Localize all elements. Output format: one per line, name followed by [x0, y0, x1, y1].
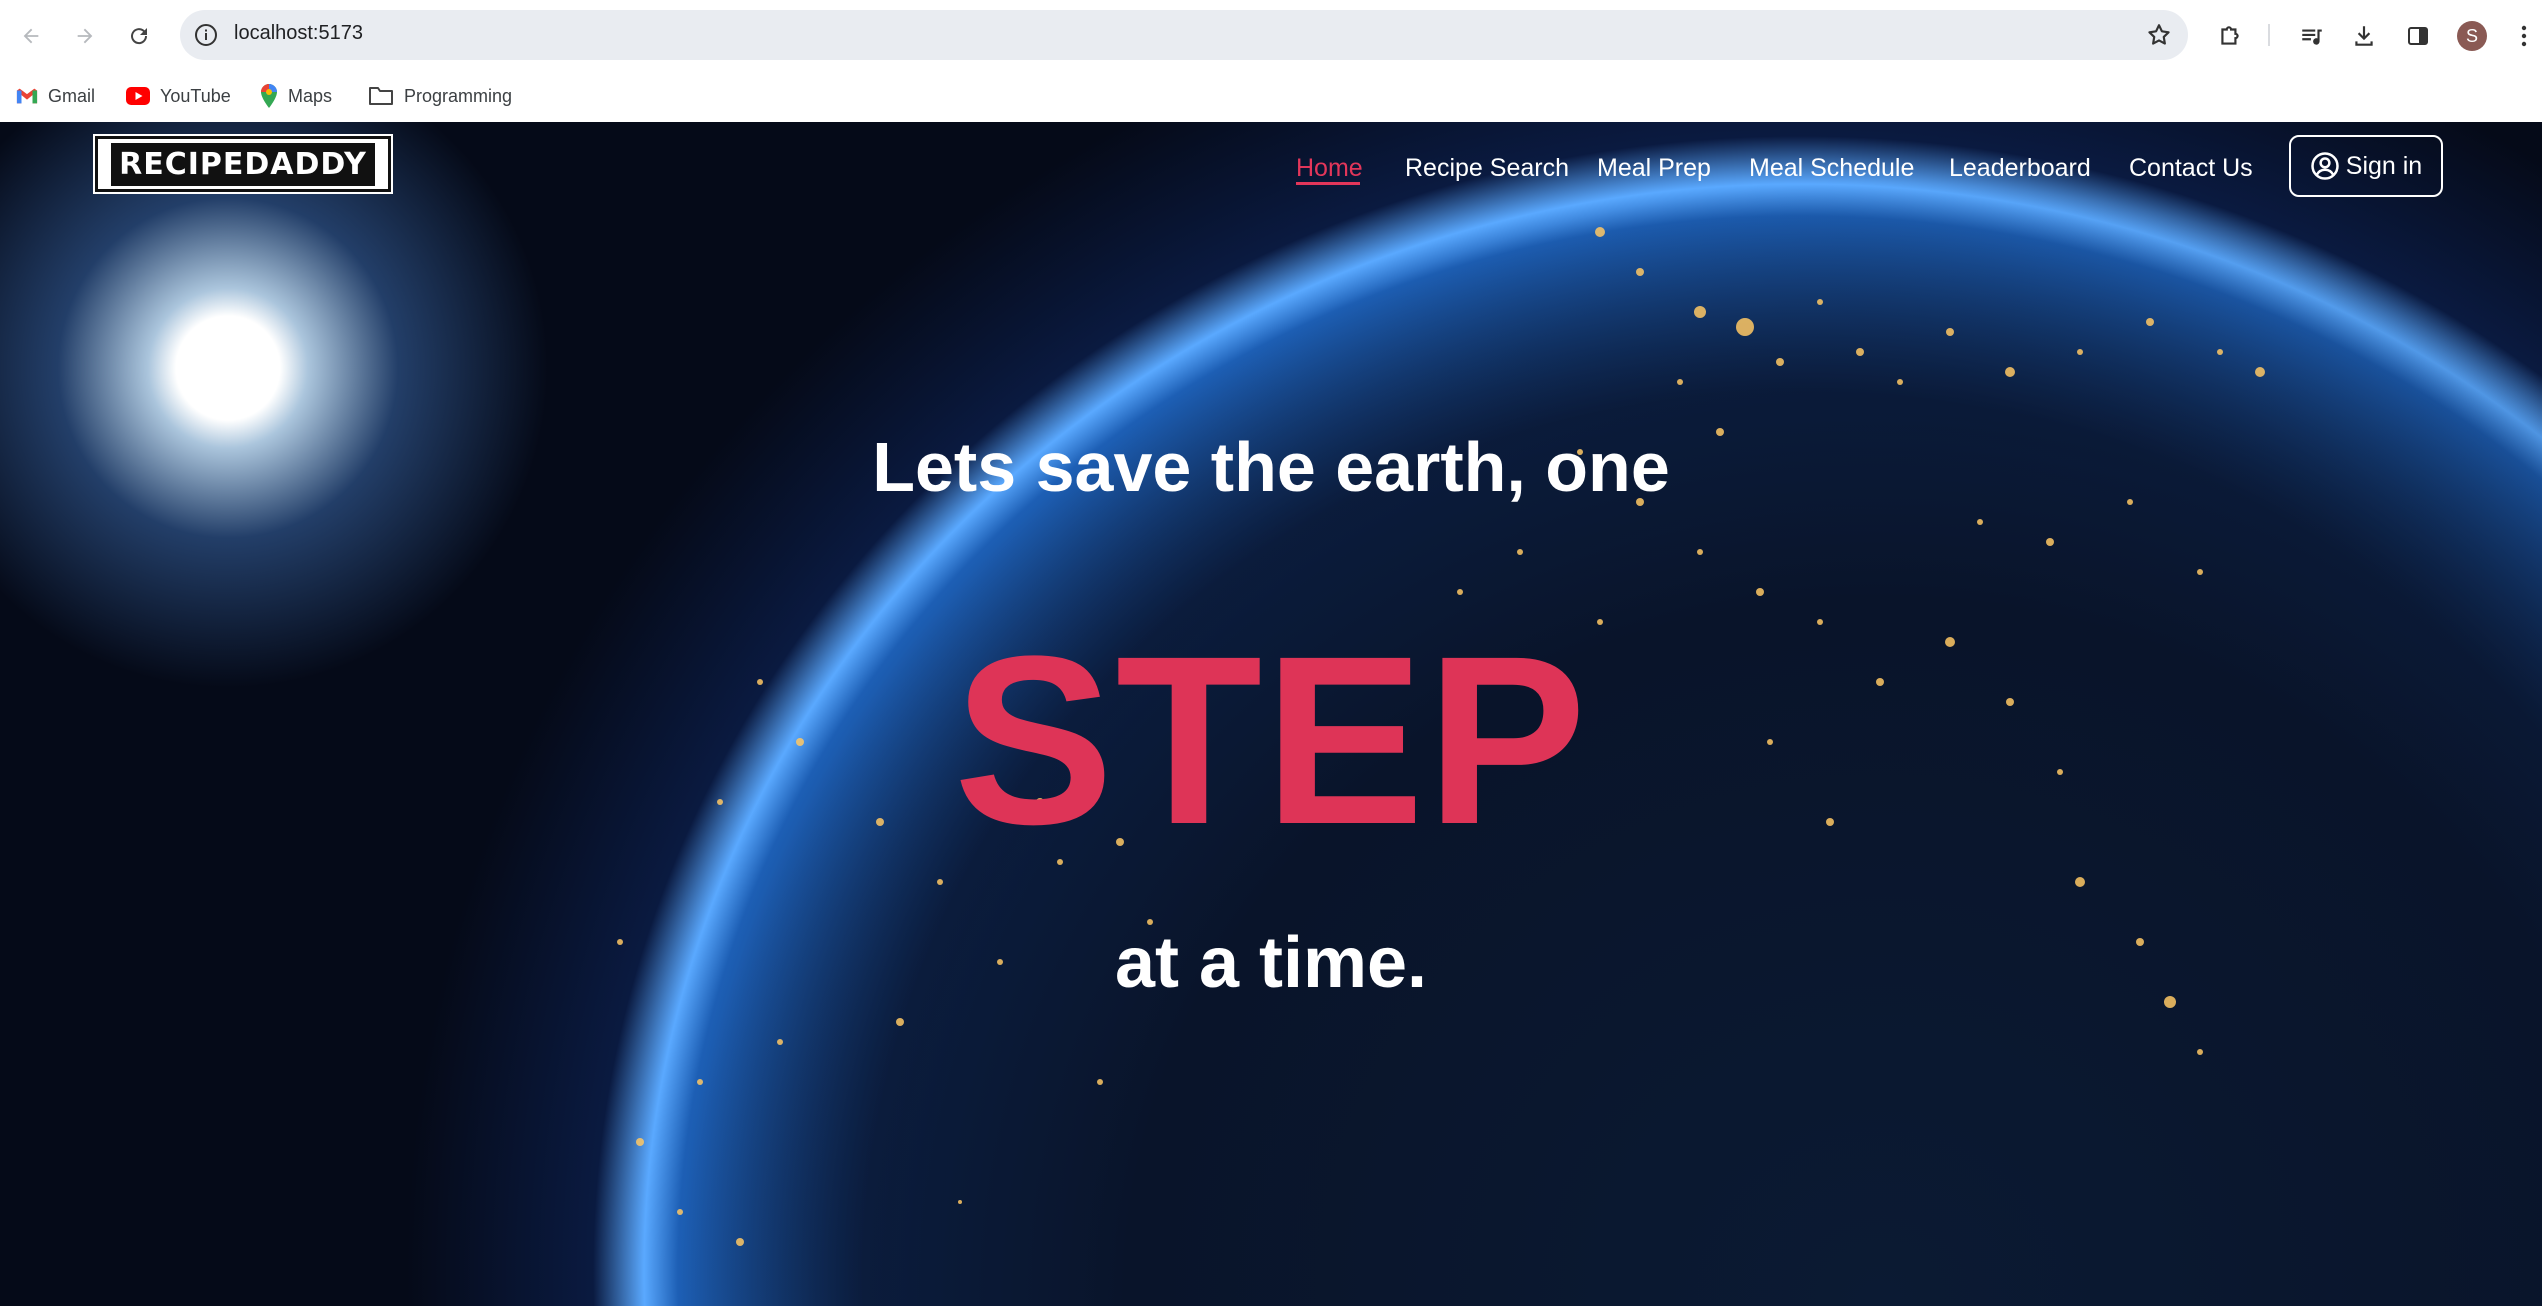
nav-meal-prep[interactable]: Meal Prep: [1597, 154, 1711, 183]
address-bar[interactable]: localhost:5173: [180, 10, 2188, 60]
sign-in-label: Sign in: [2345, 151, 2423, 180]
reload-icon: [131, 28, 148, 45]
downloads-button[interactable]: [2346, 18, 2382, 54]
browser-toolbar: localhost:5173 S: [0, 0, 2542, 70]
hero-highlight: STEP: [953, 606, 1589, 874]
arrow-right-icon: [77, 28, 93, 44]
bookmark-youtube[interactable]: YouTube: [126, 80, 231, 112]
page-viewport: RECIPEDADDY Home Recipe Search Meal Prep…: [0, 122, 2542, 1306]
bookmark-gmail[interactable]: Gmail: [16, 80, 95, 112]
logo-text: RECIPEDADDY: [111, 142, 375, 186]
bookmark-programming[interactable]: Programming: [368, 80, 512, 112]
info-icon[interactable]: [194, 23, 218, 47]
site-logo[interactable]: RECIPEDADDY: [93, 134, 393, 194]
download-icon: [2355, 26, 2373, 46]
puzzle-icon: [2221, 26, 2239, 45]
side-panel-button[interactable]: [2400, 18, 2436, 54]
nav-meal-schedule[interactable]: Meal Schedule: [1749, 154, 1914, 183]
browser-menu-button[interactable]: [2510, 18, 2538, 54]
nav-home[interactable]: Home: [1296, 154, 1363, 183]
bookmark-label: Programming: [404, 85, 513, 106]
side-panel-icon: [2408, 27, 2428, 45]
media-button[interactable]: [2294, 18, 2330, 54]
hero-line-1: Lets save the earth, one: [872, 428, 1670, 506]
more-vert-icon: [2521, 25, 2527, 47]
nav-contact-us[interactable]: Contact Us: [2129, 154, 2253, 183]
gmail-icon: [16, 88, 38, 104]
bookmark-maps[interactable]: Maps: [260, 80, 332, 112]
arrow-left-icon: [23, 28, 39, 44]
extensions-button[interactable]: [2212, 18, 2248, 54]
maps-pin-icon: [261, 84, 277, 108]
nav-leaderboard[interactable]: Leaderboard: [1949, 154, 2091, 183]
hero-line-3: at a time.: [1114, 923, 1428, 1003]
bookmark-label: YouTube: [160, 85, 231, 106]
media-queue-icon: [2302, 29, 2322, 45]
forward-button[interactable]: [68, 19, 102, 53]
bookmark-label: Gmail: [48, 85, 96, 106]
bookmark-label: Maps: [288, 85, 333, 106]
user-circle-icon: [2311, 152, 2339, 180]
sign-in-button[interactable]: Sign in: [2289, 135, 2443, 197]
back-button[interactable]: [14, 19, 48, 53]
bookmarks-bar: Gmail YouTube Maps Programming: [0, 70, 2542, 122]
url-text[interactable]: localhost:5173: [234, 22, 363, 45]
nav-recipe-search[interactable]: Recipe Search: [1405, 154, 1569, 183]
youtube-icon: [126, 87, 150, 105]
reload-button[interactable]: [122, 19, 156, 53]
profile-avatar[interactable]: S: [2457, 21, 2487, 51]
star-icon[interactable]: [2146, 22, 2172, 48]
active-nav-underline: [1296, 182, 1360, 185]
folder-icon: [369, 87, 393, 105]
